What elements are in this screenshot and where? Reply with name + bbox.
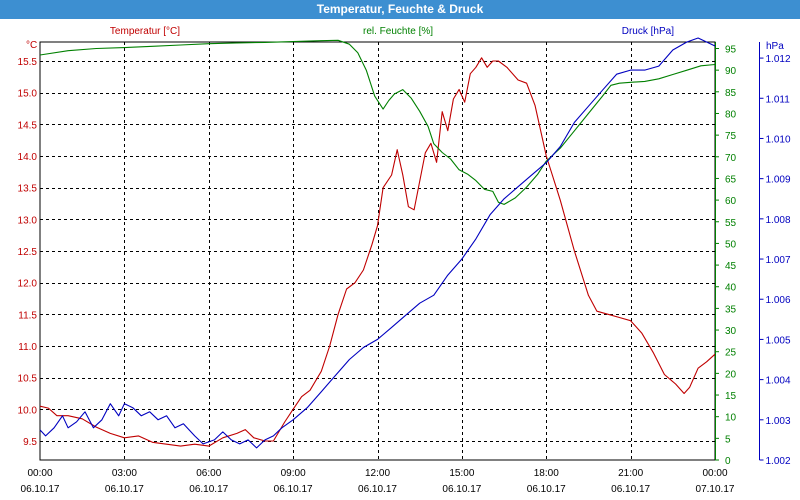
temperature-tick-label: 15.5 [18, 57, 38, 68]
humidity-tick-label: 20 [725, 369, 737, 380]
temperature-tick-label: 13.0 [18, 215, 38, 226]
x-tick-time: 06:00 [196, 468, 221, 479]
humidity-tick-label: 95 [725, 44, 737, 55]
temperature-axis-label: Temperatur [°C] [110, 26, 180, 37]
chart-title-bar: Temperatur, Feuchte & Druck [0, 0, 800, 19]
pressure-tick-label: 1.008 [766, 215, 791, 226]
temperature-tick-label: 12.5 [18, 247, 38, 258]
x-tick-time: 18:00 [534, 468, 559, 479]
pressure-tick-label: 1.002 [766, 456, 791, 467]
chart-svg: 00:00 06.10.17 03:00 06.10.17 06:00 06.10.17 0… [0, 19, 800, 500]
x-tick-date: 06.10.17 [442, 484, 481, 495]
temperature-tick-label: 13.5 [18, 184, 38, 195]
pressure-tick-label: 1.003 [766, 416, 791, 427]
pressure-tick-label: 1.005 [766, 335, 791, 346]
x-tick-date: 06.10.17 [21, 484, 60, 495]
humidity-axis-label: rel. Feuchte [%] [363, 26, 433, 37]
x-tick-date: 06.10.17 [105, 484, 144, 495]
humidity-tick-label: 25 [725, 348, 737, 359]
pressure-tick-label: 1.004 [766, 376, 791, 387]
chart-title: Temperatur, Feuchte & Druck [316, 2, 484, 16]
humidity-tick-label: 30 [725, 326, 737, 337]
temperature-tick-label: 10.0 [18, 405, 38, 416]
temperature-tick-label: 10.5 [18, 374, 38, 385]
pressure-tick-label: 1.009 [766, 175, 791, 186]
humidity-tick-label: 10 [725, 413, 737, 424]
x-tick-time: 00:00 [27, 468, 52, 479]
x-tick-time: 12:00 [365, 468, 390, 479]
humidity-tick-label: 55 [725, 218, 737, 229]
pressure-tick-label: 1.007 [766, 255, 791, 266]
x-tick-time: 00:00 [702, 468, 727, 479]
x-tick-date: 06.10.17 [611, 484, 650, 495]
pressure-tick-label: 1.011 [766, 94, 791, 105]
humidity-tick-label: 60 [725, 196, 737, 207]
humidity-tick-label: 85 [725, 88, 737, 99]
x-tick-time: 21:00 [618, 468, 643, 479]
temperature-tick-label: 15.0 [18, 89, 38, 100]
x-tick-date: 06.10.17 [274, 484, 313, 495]
humidity-tick-label: 65 [725, 174, 737, 185]
temperature-unit-label: °C [26, 40, 37, 51]
x-tick-time: 15:00 [449, 468, 474, 479]
humidity-tick-label: 80 [725, 109, 737, 120]
humidity-tick-label: 40 [725, 283, 737, 294]
x-tick-date: 06.10.17 [527, 484, 566, 495]
humidity-tick-label: 15 [725, 391, 737, 402]
pressure-tick-label: 1.010 [766, 134, 791, 145]
pressure-tick-label: 1.006 [766, 295, 791, 306]
humidity-tick-label: 5 [725, 434, 731, 445]
humidity-tick-label: 70 [725, 153, 737, 164]
temperature-tick-label: 12.0 [18, 279, 38, 290]
humidity-tick-label: 45 [725, 261, 737, 272]
humidity-tick-label: 75 [725, 131, 737, 142]
humidity-tick-label: 0 [725, 456, 731, 467]
x-tick-date: 07.10.17 [696, 484, 735, 495]
temperature-tick-label: 14.5 [18, 120, 38, 131]
x-tick-date: 06.10.17 [189, 484, 228, 495]
x-tick-time: 09:00 [281, 468, 306, 479]
pressure-unit-label: hPa [766, 41, 784, 52]
x-tick-date: 06.10.17 [358, 484, 397, 495]
temperature-tick-label: 11.0 [18, 342, 37, 353]
humidity-tick-label: 90 [725, 66, 737, 77]
temperature-tick-label: 9.5 [23, 437, 37, 448]
x-tick-time: 03:00 [112, 468, 137, 479]
temperature-tick-label: 11.5 [18, 310, 37, 321]
pressure-tick-label: 1.012 [766, 54, 791, 65]
pressure-axis-label: Druck [hPa] [622, 26, 674, 37]
humidity-tick-label: 50 [725, 239, 737, 250]
humidity-tick-label: 35 [725, 304, 737, 315]
temperature-tick-label: 14.0 [18, 152, 38, 163]
